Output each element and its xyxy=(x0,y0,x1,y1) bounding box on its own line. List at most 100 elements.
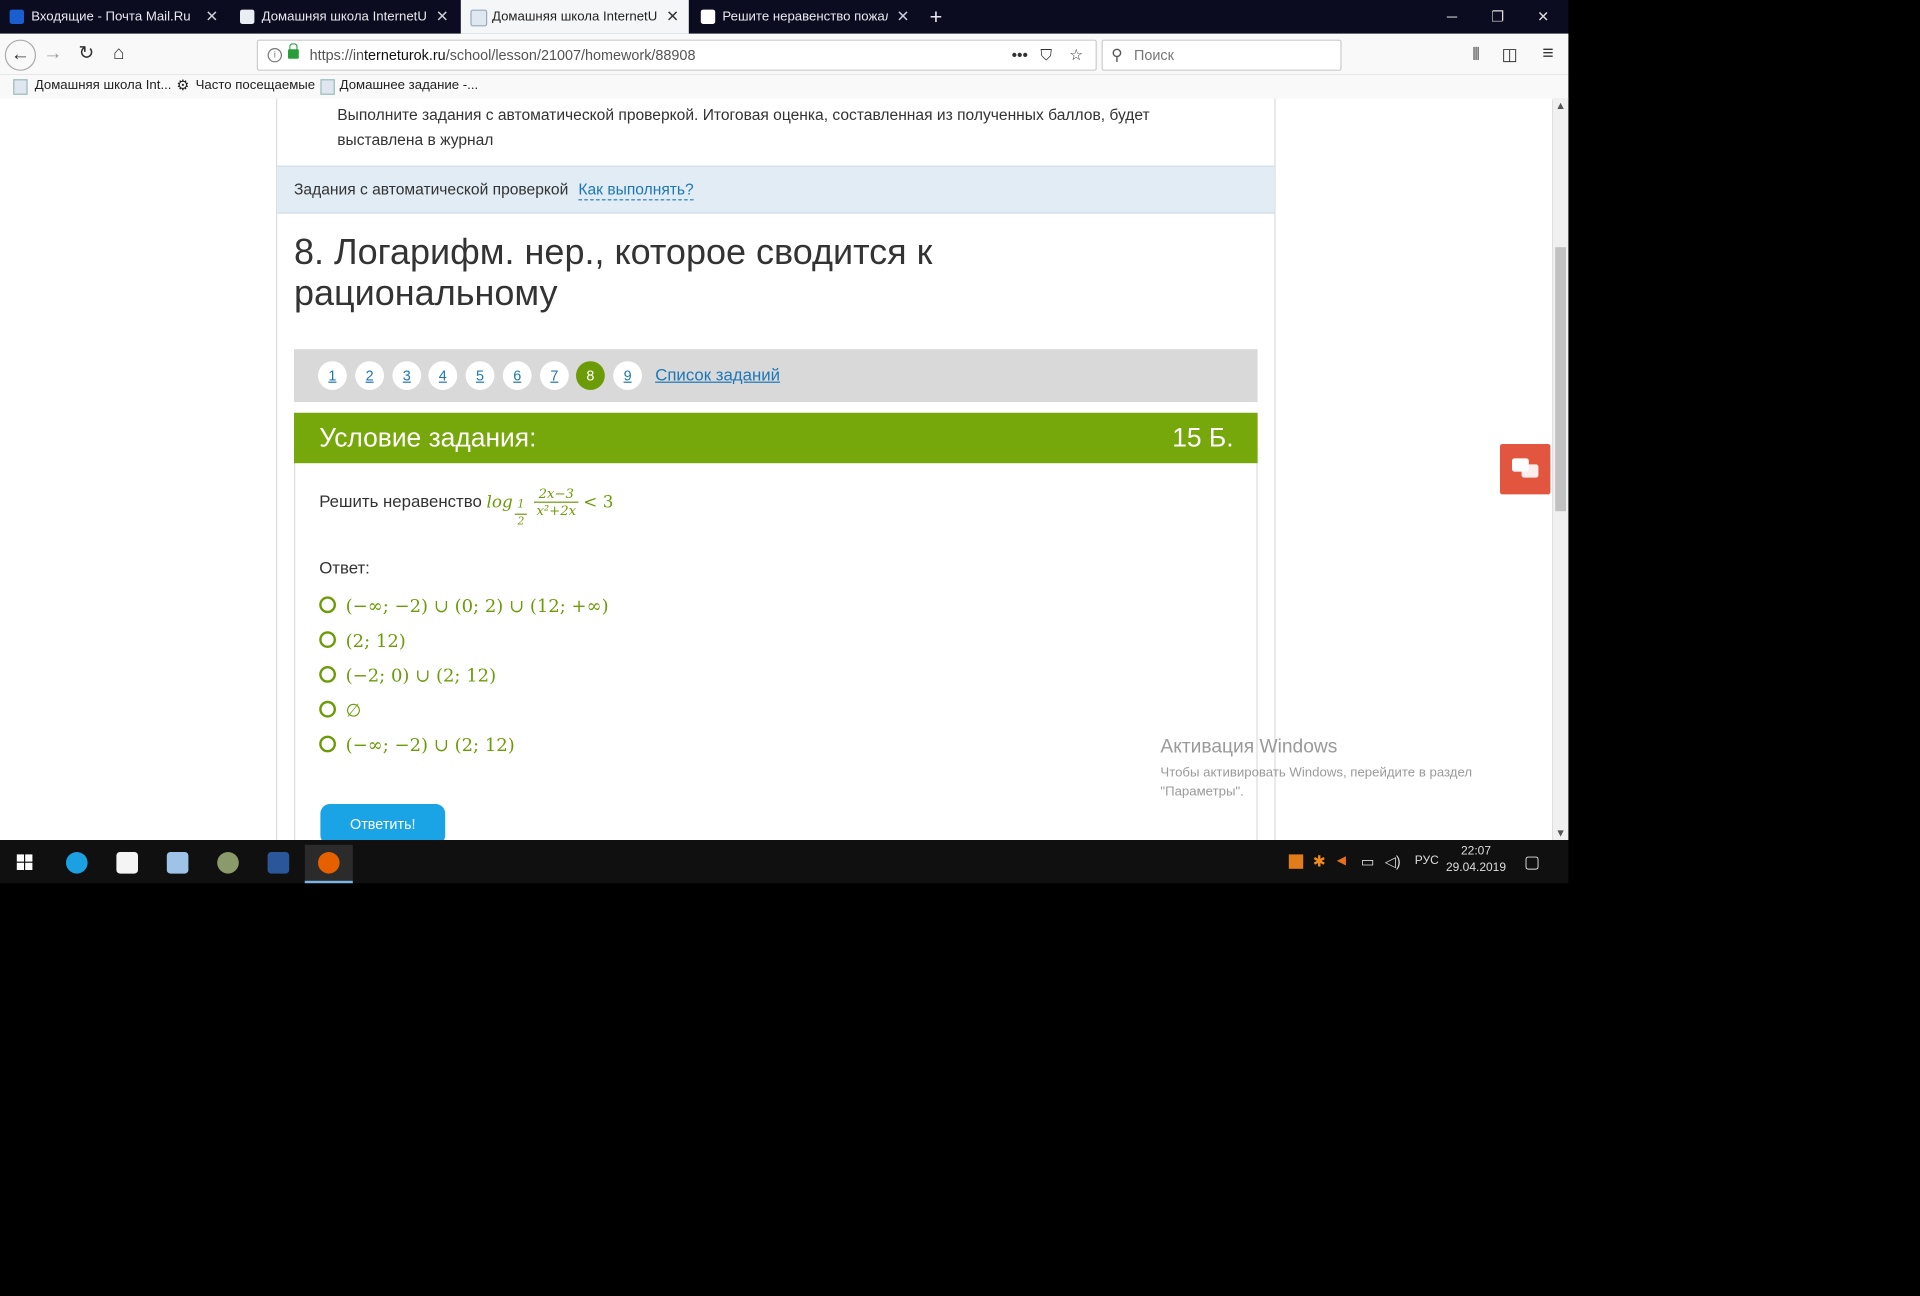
close-tab-icon[interactable]: ✕ xyxy=(666,0,679,34)
tray-arrow-icon[interactable]: ◀ xyxy=(1337,840,1346,883)
url-bar[interactable]: i https://interneturok.ru/school/lesson/… xyxy=(256,39,1097,71)
start-button[interactable] xyxy=(0,845,48,881)
watermark-line: "Параметры". xyxy=(1160,784,1244,800)
page-favicon-icon xyxy=(240,9,255,24)
tray-app-icon[interactable] xyxy=(1288,854,1304,869)
pager-item[interactable]: 1 xyxy=(318,361,347,391)
pager-item[interactable]: 7 xyxy=(540,361,569,391)
search-placeholder: Поиск xyxy=(1134,46,1174,64)
library-icon[interactable]: ⫴ xyxy=(1462,40,1491,69)
notepad-icon[interactable] xyxy=(154,845,202,881)
log-base-numerator: 1 xyxy=(515,497,527,515)
pager-item[interactable]: 9 xyxy=(613,361,642,391)
home-icon[interactable]: ⌂ xyxy=(104,40,133,69)
back-icon[interactable]: ← xyxy=(4,39,37,71)
option-value: (−2; 0) ∪ (2; 12) xyxy=(345,664,497,687)
page-actions-icon[interactable]: ••• xyxy=(1012,41,1028,70)
close-tab-icon[interactable]: ✕ xyxy=(436,0,449,34)
radio-button[interactable] xyxy=(319,596,336,614)
bookmark-item[interactable]: Часто посещаемые xyxy=(196,78,316,92)
auto-check-label: Задания с автоматической проверкой xyxy=(294,180,569,199)
watermark-line: Чтобы активировать Windows, перейдите в … xyxy=(1160,765,1473,781)
close-tab-icon[interactable]: ✕ xyxy=(897,0,910,34)
scroll-down-icon[interactable]: ▼ xyxy=(1553,826,1569,840)
url-host: terneturok.ru xyxy=(364,46,446,64)
close-tab-icon[interactable]: ✕ xyxy=(205,0,218,34)
page-title: 8. Логарифм. нер., которое сводится к ра… xyxy=(294,232,933,314)
submit-button[interactable]: Ответить! xyxy=(320,804,446,841)
game-app-icon[interactable] xyxy=(204,845,252,881)
page-scrollbar[interactable]: ▲ ▼ xyxy=(1552,98,1569,841)
fraction-denominator: x²+2x xyxy=(536,502,577,519)
watermark-title: Активация Windows xyxy=(1160,736,1338,758)
option-value: ∅ xyxy=(345,699,362,722)
answer-label: Ответ: xyxy=(319,558,370,578)
pager-item[interactable]: 5 xyxy=(465,361,495,391)
url-prefix: https://in xyxy=(309,46,365,64)
screen: Входящие - Почта Mail.Ru ✕ Домашняя школ… xyxy=(0,0,1920,1296)
pager-item[interactable]: 3 xyxy=(392,361,422,391)
close-window-icon[interactable]: ✕ xyxy=(1520,0,1566,34)
question-text: Решить неравенство xyxy=(319,491,482,511)
url-text: https://interneturok.ru/school/lesson/21… xyxy=(310,41,696,70)
clock-date: 29.04.2019 xyxy=(1445,861,1507,875)
tab-znanija[interactable]: Решите неравенство пожалуйс ✕ xyxy=(691,0,919,34)
search-input[interactable]: ⚲ Поиск xyxy=(1101,39,1342,71)
new-tab-icon[interactable]: + xyxy=(922,0,951,34)
scroll-thumb[interactable] xyxy=(1555,247,1567,512)
bookmark-item[interactable]: Домашнее задание -... xyxy=(340,78,479,92)
search-icon: ⚲ xyxy=(1111,45,1123,64)
firefox-icon[interactable] xyxy=(304,844,353,884)
bookmark-item[interactable]: Домашняя школа Int... xyxy=(35,78,172,92)
clock-time: 22:07 xyxy=(1460,844,1492,859)
pager-item[interactable]: 6 xyxy=(502,361,532,391)
pocket-icon[interactable]: ⛉ xyxy=(1040,41,1052,70)
tab-internetu-2[interactable]: Домашняя школа InternetUrok ✕ xyxy=(460,0,689,34)
sidebar-icon[interactable]: ◫ xyxy=(1495,40,1524,69)
volume-icon[interactable]: ◁) xyxy=(1385,840,1401,883)
fraction-numerator: 2x−3 xyxy=(534,486,579,503)
forward-icon[interactable]: → xyxy=(38,40,67,69)
bookmarks-bar: Домашняя школа Int... ⚙ Часто посещаемые… xyxy=(0,74,1569,100)
reload-icon[interactable]: ↻ xyxy=(72,40,101,69)
network-icon[interactable]: ▭ xyxy=(1361,840,1375,883)
question-formula: log 1 2 2x−3 x²+2x < 3 xyxy=(487,486,614,527)
option-value: (2; 12) xyxy=(345,630,406,652)
word-icon[interactable] xyxy=(254,845,302,881)
how-to-link[interactable]: Как выполнять? xyxy=(578,180,694,201)
restore-icon[interactable]: ❐ xyxy=(1475,0,1521,34)
condition-title: Условие задания: xyxy=(319,422,537,453)
tab-mail[interactable]: Входящие - Почта Mail.Ru ✕ xyxy=(0,0,228,34)
secure-lock-icon xyxy=(288,43,299,59)
radio-button[interactable] xyxy=(319,700,336,718)
radio-button[interactable] xyxy=(319,735,336,753)
clock[interactable]: 22:07 29.04.2019 xyxy=(1440,844,1512,878)
bookmark-star-icon[interactable]: ☆ xyxy=(1069,41,1083,70)
tab-label: Домашняя школа InternetUrok xyxy=(492,9,658,24)
option-value: (−∞; −2) ∪ (0; 2) ∪ (12; +∞) xyxy=(345,595,609,617)
pager-item-current[interactable]: 8 xyxy=(576,361,605,391)
notifications-icon[interactable]: ▢ xyxy=(1524,840,1540,883)
option-value: (−∞; −2) ∪ (2; 12) xyxy=(345,734,515,756)
bookmark-page-icon xyxy=(13,79,28,95)
task-list-link[interactable]: Список заданий xyxy=(655,365,780,384)
tab-internetu-1[interactable]: Домашняя школа InternetUrok ✕ xyxy=(230,0,458,34)
abbyy-icon[interactable] xyxy=(103,845,151,881)
url-path: /school/lesson/21007/homework/88908 xyxy=(445,46,696,64)
pager-item[interactable]: 4 xyxy=(428,361,458,391)
pager-item[interactable]: 2 xyxy=(355,361,384,391)
tray-avast-icon[interactable]: ✱ xyxy=(1313,840,1326,883)
chat-button[interactable] xyxy=(1500,444,1551,495)
minimize-icon[interactable]: ─ xyxy=(1429,0,1475,34)
radio-button[interactable] xyxy=(319,666,336,683)
menu-icon[interactable]: ≡ xyxy=(1534,40,1563,69)
info-icon[interactable]: i xyxy=(267,48,282,63)
tab-label: Решите неравенство пожалуйс xyxy=(722,9,888,24)
intro-text: Выполните задания с автоматической прове… xyxy=(337,105,1150,149)
skype-icon[interactable] xyxy=(53,845,101,881)
znanija-favicon-icon xyxy=(700,9,716,24)
radio-button[interactable] xyxy=(319,631,336,648)
scroll-up-icon[interactable]: ▲ xyxy=(1553,98,1569,112)
task-card: Условие задания: 15 Б. Решить неравенств… xyxy=(294,412,1258,841)
language-indicator[interactable]: РУС xyxy=(1415,840,1439,883)
